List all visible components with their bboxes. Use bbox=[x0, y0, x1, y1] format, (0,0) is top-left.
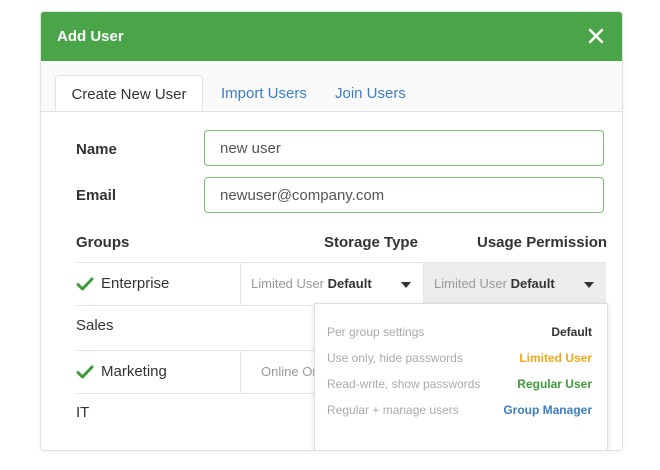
storage-type-prefix: Online Or bbox=[261, 364, 317, 379]
add-user-dialog: Add User Create New User Import Users Jo… bbox=[40, 11, 623, 451]
option-description: Use only, hide passwords bbox=[327, 351, 463, 365]
usage-permission-value: Default bbox=[510, 276, 555, 291]
close-icon[interactable] bbox=[584, 24, 608, 48]
email-field[interactable] bbox=[204, 177, 604, 213]
caret-down-icon bbox=[401, 282, 411, 288]
email-label: Email bbox=[76, 187, 117, 204]
tab-import-users[interactable]: Import Users bbox=[221, 76, 307, 102]
option-role: Regular User bbox=[517, 377, 592, 391]
storage-type-value: Default bbox=[327, 276, 372, 291]
option-description: Regular + manage users bbox=[327, 403, 459, 417]
dropdown-option-default[interactable]: Per group settings Default bbox=[327, 325, 592, 345]
usage-permission-select[interactable]: Limited User Default bbox=[423, 263, 606, 305]
group-name: Sales bbox=[76, 317, 114, 334]
group-name: Marketing bbox=[101, 363, 167, 380]
dropdown-option-limited-user[interactable]: Use only, hide passwords Limited User bbox=[327, 351, 592, 371]
checkmark-icon bbox=[76, 365, 94, 379]
storage-type-prefix: Limited User bbox=[251, 276, 324, 291]
group-name: Enterprise bbox=[101, 275, 170, 292]
tab-join-users[interactable]: Join Users bbox=[335, 76, 406, 102]
tab-create-new-user[interactable]: Create New User bbox=[55, 75, 203, 111]
dialog-header: Add User bbox=[41, 12, 622, 61]
option-description: Per group settings bbox=[327, 325, 425, 339]
option-role: Group Manager bbox=[503, 403, 592, 417]
option-description: Read-write, show passwords bbox=[327, 377, 481, 391]
caret-down-icon bbox=[584, 282, 594, 288]
usage-permission-prefix: Limited User bbox=[434, 276, 507, 291]
group-name: IT bbox=[76, 404, 90, 421]
storage-type-header: Storage Type bbox=[324, 234, 418, 251]
group-row-enterprise[interactable]: Enterprise Limited User Default Limited … bbox=[76, 262, 606, 306]
dropdown-option-group-manager[interactable]: Regular + manage users Group Manager bbox=[327, 403, 592, 423]
name-label: Name bbox=[76, 141, 117, 158]
dialog-title: Add User bbox=[57, 28, 124, 45]
name-field[interactable] bbox=[204, 130, 604, 166]
option-role: Default bbox=[551, 325, 592, 339]
checkmark-icon bbox=[76, 277, 94, 291]
usage-permission-header: Usage Permission bbox=[477, 234, 608, 251]
dropdown-option-regular-user[interactable]: Read-write, show passwords Regular User bbox=[327, 377, 592, 397]
tab-bar: Create New User Import Users Join Users bbox=[41, 61, 622, 112]
storage-type-select[interactable]: Limited User Default bbox=[240, 263, 423, 305]
usage-permission-dropdown: Per group settings Default Use only, hid… bbox=[314, 303, 608, 450]
groups-header: Groups bbox=[76, 234, 130, 251]
option-role: Limited User bbox=[519, 351, 592, 365]
